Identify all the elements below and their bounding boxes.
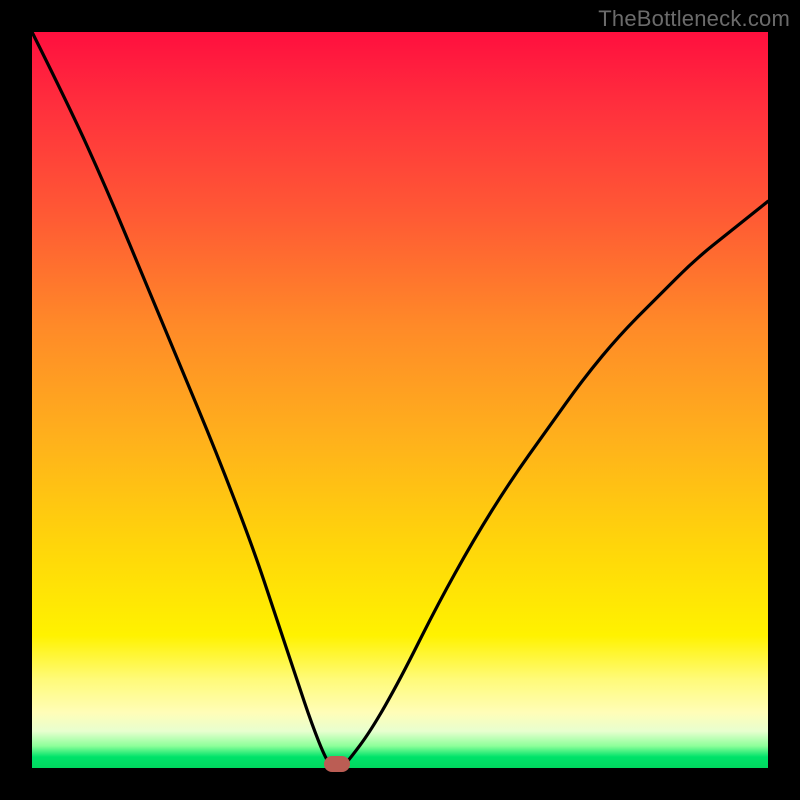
bottleneck-curve <box>32 32 768 768</box>
watermark-text: TheBottleneck.com <box>598 6 790 32</box>
optimal-marker <box>324 756 350 772</box>
plot-area <box>32 32 768 768</box>
chart-frame: TheBottleneck.com <box>0 0 800 800</box>
